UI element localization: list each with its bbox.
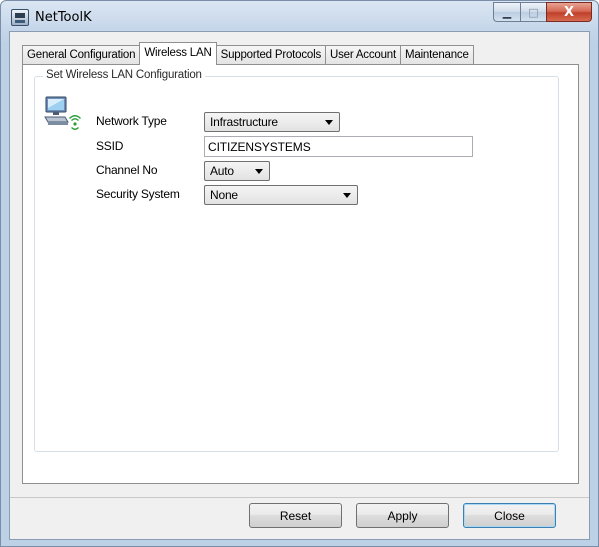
minimize-icon: ▁	[502, 5, 512, 19]
channel-no-value: Auto	[210, 164, 234, 178]
wireless-network-icon	[44, 96, 81, 130]
chevron-down-icon	[325, 120, 333, 125]
security-system-value: None	[210, 188, 238, 202]
footer-separator	[10, 497, 589, 498]
minimize-button[interactable]: ▁	[493, 2, 520, 22]
tab-user-account[interactable]: User Account	[325, 45, 401, 65]
close-icon: X	[563, 4, 575, 20]
network-type-label: Network Type	[96, 114, 167, 128]
wireless-lan-panel: Set Wireless LAN Configuration Network T…	[22, 64, 579, 484]
security-system-dropdown[interactable]: None	[204, 185, 358, 205]
ssid-label: SSID	[96, 139, 124, 153]
tab-maintenance[interactable]: Maintenance	[400, 45, 474, 65]
dialog-client-area: General Configuration Wireless LAN Suppo…	[9, 31, 590, 540]
maximize-button[interactable]: □	[520, 2, 546, 22]
reset-button[interactable]: Reset	[249, 503, 342, 528]
caption-buttons: ▁ □ X	[493, 2, 592, 22]
apply-button[interactable]: Apply	[356, 503, 449, 528]
app-icon	[11, 9, 29, 26]
chevron-down-icon	[343, 193, 351, 198]
app-window: NetToolK ▁ □ X General Configuration Wir…	[0, 0, 599, 547]
window-title: NetToolK	[35, 10, 92, 25]
network-type-dropdown[interactable]: Infrastructure	[204, 112, 340, 132]
close-window-button[interactable]: X	[546, 2, 592, 22]
tab-supported-protocols[interactable]: Supported Protocols	[215, 45, 326, 65]
chevron-down-icon	[255, 169, 263, 174]
ssid-field[interactable]: CITIZENSYSTEMS	[204, 136, 473, 157]
group-legend: Set Wireless LAN Configuration	[43, 69, 205, 81]
channel-no-dropdown[interactable]: Auto	[204, 161, 270, 181]
security-system-label: Security System	[96, 187, 180, 201]
channel-no-label: Channel No	[96, 163, 158, 177]
network-type-value: Infrastructure	[210, 115, 278, 129]
tab-strip: General Configuration Wireless LAN Suppo…	[22, 42, 474, 65]
tab-wireless-lan[interactable]: Wireless LAN	[139, 42, 217, 65]
maximize-icon: □	[528, 5, 539, 19]
tab-general-configuration[interactable]: General Configuration	[22, 45, 141, 65]
wireless-config-group: Set Wireless LAN Configuration Network T…	[34, 69, 559, 452]
close-button[interactable]: Close	[463, 503, 556, 528]
title-bar[interactable]: NetToolK ▁ □ X	[1, 1, 598, 32]
